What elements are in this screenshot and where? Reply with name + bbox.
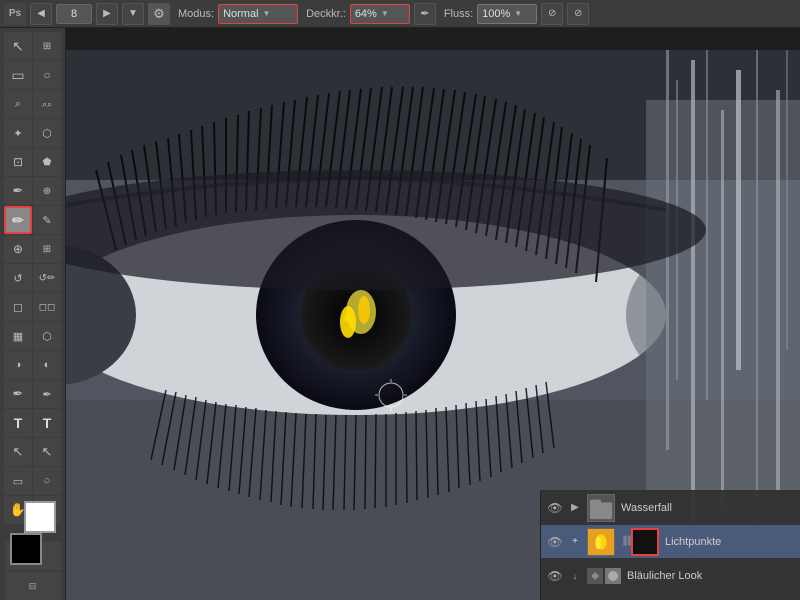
tool-row-4: ✦ ⬡ <box>4 119 61 147</box>
layer-link-chain: ⛓ <box>621 536 625 547</box>
opacity-dropdown[interactable]: 64% ▼ <box>350 4 410 24</box>
mode-dropdown-arrow: ▼ <box>263 9 271 18</box>
magic-wand-btn[interactable]: ✦ <box>4 119 32 147</box>
layer-row-wasserfall[interactable]: 👁 ▶ Wasserfall <box>541 491 800 525</box>
layer-arrow-blaeulicher: ↓ <box>569 570 581 582</box>
history-brush-btn[interactable]: ↺ <box>4 264 32 292</box>
layer-visibility-blaeulicher[interactable]: 👁 <box>547 568 563 584</box>
layer-name-wasserfall: Wasserfall <box>621 502 794 514</box>
bg-eraser-btn[interactable]: ◻◻ <box>33 293 61 321</box>
brush-size-decrease-btn[interactable]: ◀ <box>30 3 52 25</box>
main-toolbar: Ps ◀ 8 ▶ ▼ ⚙ Modus: Normal ▼ Deckkr.: 64… <box>0 0 800 28</box>
layer-name-blaeulicher: Bläulicher Look <box>627 570 794 582</box>
brush-size-increase-btn[interactable]: ▶ <box>96 3 118 25</box>
tool-row-2: ▭ ○ <box>4 61 61 89</box>
pressure-flow-btn[interactable]: ⊘ <box>567 3 589 25</box>
foreground-color-swatch[interactable] <box>10 533 42 565</box>
tool-row-pen: ✒ ✒ <box>4 380 61 408</box>
tool-row-11: ▦ ⬡ <box>4 322 61 350</box>
paint-bucket-btn[interactable]: ⬡ <box>33 322 61 350</box>
quick-select-btn[interactable]: ⬡ <box>33 119 61 147</box>
tool-row-12: ◑ ◐ <box>4 351 61 379</box>
brush-size-display[interactable]: 8 <box>56 4 92 24</box>
crop-btn[interactable]: ⊡ <box>4 148 32 176</box>
mode-dropdown[interactable]: Normal ▼ <box>218 4 298 24</box>
tool-row-9: ↺ ↺✏ <box>4 264 61 292</box>
pressure-opacity-btn[interactable]: ⊘ <box>541 3 563 25</box>
gradient-btn[interactable]: ▦ <box>4 322 32 350</box>
layer-expand-wasserfall[interactable]: ▶ <box>569 502 581 514</box>
flow-label: Fluss: <box>444 8 473 20</box>
flow-dropdown[interactable]: 100% ▼ <box>477 4 537 24</box>
eyedropper-btn[interactable]: ✒ <box>4 177 32 205</box>
color-sampler-btn[interactable]: ⊕ <box>33 177 61 205</box>
direct-select-btn[interactable]: ↖ <box>33 438 61 466</box>
clone-stamp-btn[interactable]: ⊕ <box>4 235 32 263</box>
layer-thumb-wasserfall <box>587 494 615 522</box>
vertical-type-btn[interactable]: T <box>33 409 61 437</box>
layers-panel: 👁 ▶ Wasserfall 👁 + ⛓ Lichtpunkte <box>540 490 800 600</box>
pencil-btn[interactable]: ✎ <box>33 206 61 234</box>
layer-visibility-wasserfall[interactable]: 👁 <box>547 500 563 516</box>
tool-row-3: ⌕ ⌕⌕ <box>4 90 61 118</box>
tool-row-8: ⊕ ⊞ <box>4 235 61 263</box>
flow-value: 100% <box>482 8 510 20</box>
poly-lasso-btn[interactable]: ⌕⌕ <box>33 90 61 118</box>
perspective-crop-btn[interactable]: ⬟ <box>33 148 61 176</box>
mode-label: Modus: <box>178 8 214 20</box>
pen-btn[interactable]: ✒ <box>4 380 32 408</box>
opacity-label: Deckkr.: <box>306 8 346 20</box>
brush-options-btn[interactable]: ⚙ <box>148 3 170 25</box>
dodge-btn[interactable]: ◑ <box>4 351 32 379</box>
layer-thumb-yellow-lichtpunkte <box>587 528 615 556</box>
tools-panel: ↖ ⊞ ▭ ○ ⌕ ⌕⌕ ✦ ⬡ ⊡ ⬟ ✒ ⊕ ✏ ✎ ⊕ ⊞ ↺ ↺✏ ◻ … <box>0 28 66 600</box>
flow-dropdown-arrow: ▼ <box>514 9 522 18</box>
background-color-swatch[interactable] <box>24 501 56 533</box>
move-tool-btn[interactable]: ↖ <box>4 32 32 60</box>
layer-row-blaeulicher[interactable]: 👁 ↓ Bläulicher Look <box>541 559 800 593</box>
layer-row-lichtpunkte[interactable]: 👁 + ⛓ Lichtpunkte <box>541 525 800 559</box>
layer-name-lichtpunkte: Lichtpunkte <box>665 536 794 548</box>
tool-row-1: ↖ ⊞ <box>4 32 61 60</box>
tool-row-type: T T <box>4 409 61 437</box>
brush-picker-btn[interactable]: ▼ <box>122 3 144 25</box>
burn-btn[interactable]: ◐ <box>33 351 61 379</box>
eraser-btn[interactable]: ◻ <box>4 293 32 321</box>
type-btn[interactable]: T <box>4 409 32 437</box>
ellipse-btn[interactable]: ○ <box>33 467 61 495</box>
layer-visibility-lichtpunkte[interactable]: 👁 <box>547 534 563 550</box>
brush-tool-btn[interactable]: ✏ <box>4 206 32 234</box>
canvas-area[interactable]: 👁 ▶ Wasserfall 👁 + ⛓ Lichtpunkte <box>66 50 800 600</box>
layer-link-lichtpunkte[interactable]: + <box>569 536 581 548</box>
tool-row-5: ⊡ ⬟ <box>4 148 61 176</box>
layer-thumb-mask-lichtpunkte <box>631 528 659 556</box>
pattern-stamp-btn[interactable]: ⊞ <box>33 235 61 263</box>
freeform-pen-btn[interactable]: ✒ <box>33 380 61 408</box>
tool-row-7: ✏ ✎ <box>4 206 61 234</box>
marquee-rect-btn[interactable]: ▭ <box>4 61 32 89</box>
artboard-tool-btn[interactable]: ⊞ <box>33 32 61 60</box>
tool-row-6: ✒ ⊕ <box>4 177 61 205</box>
screen-mode-btn[interactable]: ⊟ <box>5 572 61 600</box>
tool-row-10: ◻ ◻◻ <box>4 293 61 321</box>
app-logo: Ps <box>4 3 26 25</box>
lasso-btn[interactable]: ⌕ <box>4 90 32 118</box>
airbrush-btn[interactable]: ✒ <box>414 3 436 25</box>
tool-row-path: ↖ ↖ <box>4 438 61 466</box>
tool-row-shape: ▭ ○ <box>4 467 61 495</box>
opacity-dropdown-arrow: ▼ <box>381 9 389 18</box>
shape-btn[interactable]: ▭ <box>4 467 32 495</box>
layer-thumb-group-blaeulicher <box>587 568 621 584</box>
art-history-btn[interactable]: ↺✏ <box>33 264 61 292</box>
marquee-ellipse-btn[interactable]: ○ <box>33 61 61 89</box>
path-select-btn[interactable]: ↖ <box>4 438 32 466</box>
opacity-value: 64% <box>355 8 377 20</box>
mode-value: Normal <box>223 8 258 20</box>
